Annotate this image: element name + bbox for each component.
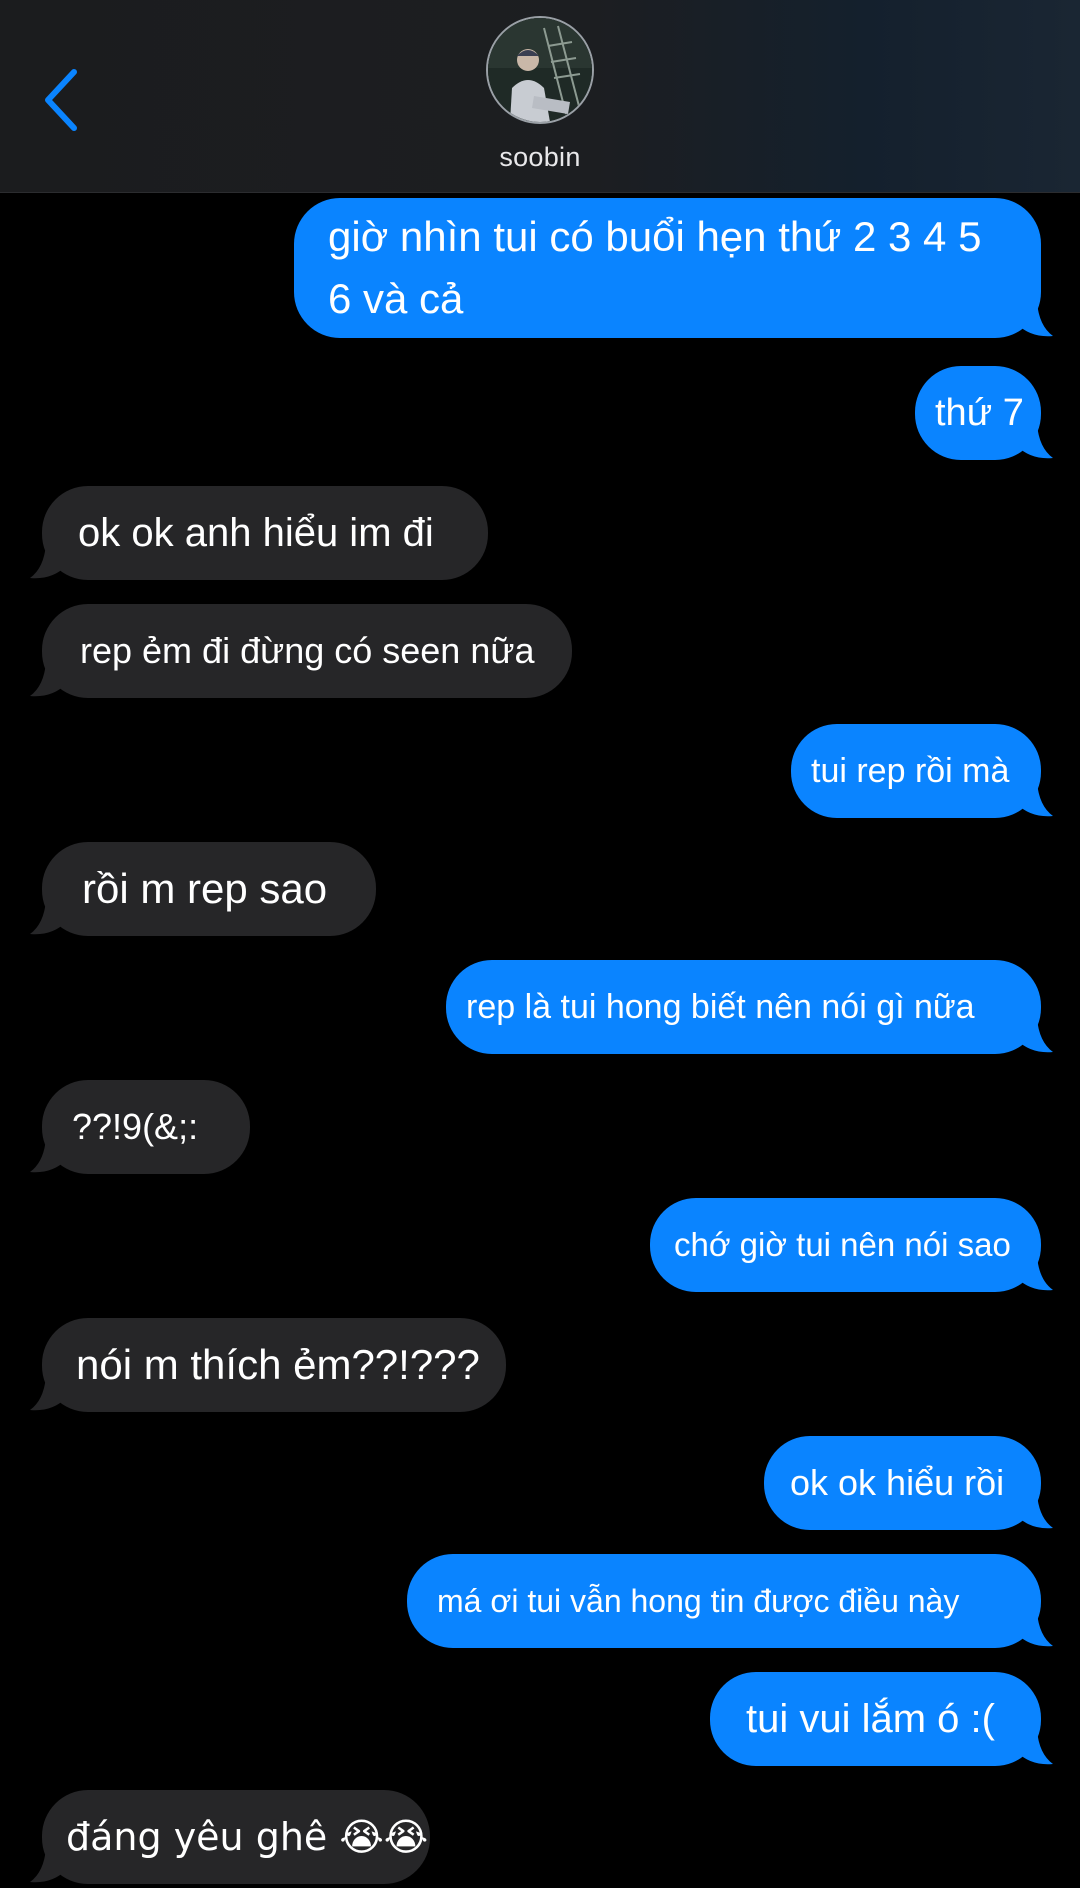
bubble-tail <box>1017 424 1053 459</box>
bubble-tail <box>30 1848 66 1883</box>
message-text: nói m thích ẻm??!??? <box>76 1341 480 1388</box>
message-text: đáng yêu ghê 😭😭 <box>66 1815 429 1859</box>
contact-avatar[interactable] <box>486 16 594 124</box>
bubble-tail <box>1017 1612 1053 1647</box>
message-bubble-sent[interactable]: ok ok hiểu rồi <box>764 1436 1053 1530</box>
message-text: thứ 7 <box>935 391 1024 434</box>
contact-name: soobin <box>499 142 581 172</box>
message-text: rep là tui hong biết nên nói gì nữa <box>466 987 975 1026</box>
message-bubble-received[interactable]: đáng yêu ghê 😭😭 <box>30 1790 430 1884</box>
message-bubble-sent[interactable]: tui rep rồi mà <box>791 724 1053 818</box>
message-bubble-sent[interactable]: chớ giờ tui nên nói sao <box>650 1198 1053 1292</box>
bubble-tail <box>30 1376 66 1411</box>
message-thread[interactable]: giờ nhìn tui có buổi hẹn thứ 2 3 4 5 6 v… <box>0 192 1080 1888</box>
bubble-tail <box>1017 782 1053 817</box>
message-bubble-received[interactable]: nói m thích ẻm??!??? <box>30 1318 506 1412</box>
bubble-tail <box>30 900 66 935</box>
bubble-tail <box>1017 1494 1053 1529</box>
message-text: tui rep rồi mà <box>811 751 1010 790</box>
message-text: chớ giờ tui nên nói sao <box>674 1226 1011 1263</box>
message-bubble-sent[interactable]: giờ nhìn tui có buổi hẹn thứ 2 3 4 5 6 v… <box>294 198 1053 338</box>
chevron-left-icon <box>45 69 77 131</box>
bubble-tail <box>1017 1730 1053 1765</box>
bubble-tail <box>30 1138 66 1173</box>
conversation-header: soobin <box>0 0 1080 193</box>
message-text: rồi m rep sao <box>82 865 328 912</box>
bubble-tail <box>1017 1256 1053 1291</box>
message-text: ??!9(&;: <box>72 1106 199 1147</box>
bubble-tail <box>30 544 66 579</box>
bubble-tail <box>1017 302 1053 337</box>
message-bubble-sent[interactable]: rep là tui hong biết nên nói gì nữa <box>446 960 1053 1054</box>
message-bubble-sent[interactable]: má ơi tui vẫn hong tin được điều này <box>407 1554 1053 1648</box>
message-text: má ơi tui vẫn hong tin được điều này <box>437 1582 960 1619</box>
message-text: ok ok anh hiểu im đi <box>78 510 434 555</box>
message-bubble-sent[interactable]: thứ 7 <box>915 366 1053 460</box>
message-bubble-received[interactable]: rep ẻm đi đừng có seen nữa <box>30 604 572 698</box>
back-button[interactable] <box>36 60 96 140</box>
message-bubble-received[interactable]: rồi m rep sao <box>30 842 376 936</box>
message-bubble-received[interactable]: ok ok anh hiểu im đi <box>30 486 488 580</box>
message-text: rep ẻm đi đừng có seen nữa <box>80 630 535 671</box>
message-bubble-sent[interactable]: tui vui lắm ó :( <box>710 1672 1053 1766</box>
message-text: tui vui lắm ó :( <box>746 1696 995 1741</box>
message-bubble-received[interactable]: ??!9(&;: <box>30 1080 250 1174</box>
message-text: ok ok hiểu rồi <box>790 1462 1005 1503</box>
avatar-photo <box>488 18 592 122</box>
bubble-tail <box>1017 1018 1053 1053</box>
bubble-tail <box>30 662 66 697</box>
message-text: giờ nhìn tui có buổi hẹn thứ 2 3 4 5 6 v… <box>328 213 982 322</box>
